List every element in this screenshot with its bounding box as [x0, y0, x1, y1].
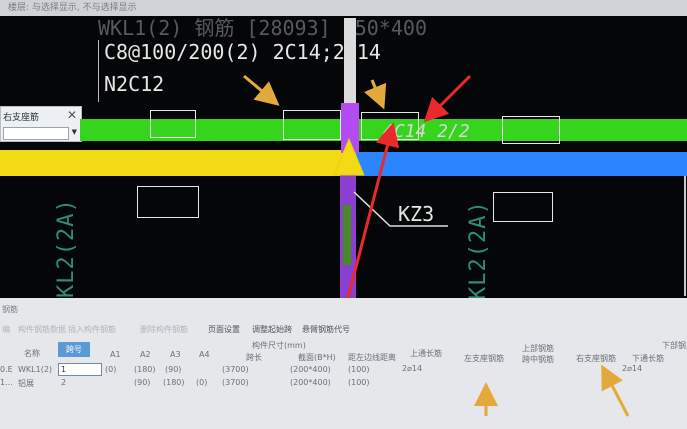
rebar-table-panel: 钢筋 编 构件钢筋数据 插入构件钢筋 删除构件钢筋 页面设置 调整起始跨 悬臂钢… — [0, 298, 687, 429]
annotation-arrows — [243, 74, 472, 298]
cad-drawing-area[interactable]: 楼层: 与选择显示, 不与选择显示 WKL1(2) 钢筋 [28093] 250… — [0, 0, 687, 298]
header-arrows — [474, 364, 630, 417]
